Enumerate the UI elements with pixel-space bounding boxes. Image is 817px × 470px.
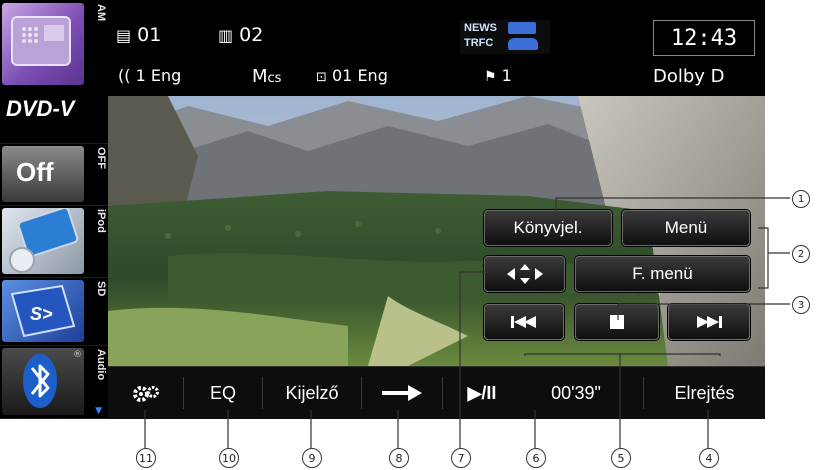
ipod-icon <box>2 206 84 274</box>
source-sd-label: SD <box>95 281 107 297</box>
sd-card-icon: S> <box>2 280 84 342</box>
multi-channel-letter: M <box>252 66 268 87</box>
chapter-indicator: ▥ 02 <box>218 24 263 46</box>
bluetooth-icon <box>23 354 57 408</box>
callout-11: 11 <box>136 448 156 468</box>
source-ipod-button[interactable]: iPod <box>0 205 108 278</box>
callout-2: 2 <box>792 245 810 263</box>
source-dvd-label: DVD-V <box>6 96 75 121</box>
news-icon <box>508 22 536 34</box>
title-icon: ▤ <box>116 26 132 45</box>
news-trfc-indicator: NEWS TRFC <box>460 20 550 54</box>
skip-next-icon <box>697 316 722 328</box>
source-dvd-button[interactable]: DVD-V <box>0 88 108 144</box>
next-button[interactable] <box>668 304 750 340</box>
camera-icon: ⚑ <box>484 69 497 85</box>
menu-button[interactable]: Menü <box>622 210 750 246</box>
play-pause-button[interactable]: ▶/II <box>443 367 521 419</box>
stop-icon <box>610 315 624 329</box>
stop-button[interactable] <box>575 304 659 340</box>
previous-button[interactable] <box>484 304 564 340</box>
callout-4: 4 <box>699 448 719 468</box>
gears-icon <box>132 386 159 402</box>
audio-format: Dolby D <box>653 66 725 87</box>
eq-button[interactable]: EQ <box>184 367 262 419</box>
source-sd-button[interactable]: S> SD <box>0 277 108 346</box>
radio-icon <box>2 3 84 85</box>
chapter-number: 02 <box>239 24 264 46</box>
callout-3: 3 <box>792 296 810 314</box>
callout-9: 9 <box>302 448 322 468</box>
four-way-arrows-icon <box>506 264 543 284</box>
source-am-label: AM <box>95 4 107 22</box>
callout-8: 8 <box>389 448 409 468</box>
source-off-label: Off <box>16 157 54 187</box>
callout-1: 1 <box>792 190 810 208</box>
arrow-right-icon <box>382 385 422 401</box>
multi-channel-sub: cs <box>267 71 282 86</box>
f-menu-button[interactable]: F. menü <box>575 256 750 292</box>
subtitle-indicator: ⊡ 01 Eng <box>316 66 388 85</box>
car-icon <box>508 38 538 50</box>
trfc-label: TRFC <box>464 37 494 49</box>
svg-text:S>: S> <box>30 304 53 324</box>
settings-button[interactable] <box>108 367 183 419</box>
bookmark-button[interactable]: Könyvjel. <box>484 210 612 246</box>
skip-previous-icon <box>511 316 536 328</box>
status-bar: ▤ 01 ▥ 02 NEWS TRFC 12:43 (( 1 Eng Mcs ⊡… <box>108 0 765 96</box>
bt-tile: ® <box>2 348 84 415</box>
scroll-down-icon[interactable]: ▼ <box>95 406 102 416</box>
chapter-icon: ▥ <box>218 26 234 45</box>
playback-time: 00'39" <box>551 382 601 403</box>
subtitle-icon: ⊡ <box>316 70 327 85</box>
angle-indicator: ⚑ 1 <box>484 66 512 85</box>
direction-arrows-button[interactable] <box>484 256 565 292</box>
audio-language: (( 1 Eng <box>118 66 182 85</box>
hide-button[interactable]: Elrejtés <box>644 367 765 419</box>
callout-6: 6 <box>526 448 546 468</box>
source-audio-label: Audio <box>95 349 107 381</box>
source-off-side-label: OFF <box>95 147 107 169</box>
callout-10: 10 <box>219 448 239 468</box>
angle-number: 1 <box>501 66 512 85</box>
multi-channel-indicator: Mcs <box>252 66 281 87</box>
display-button[interactable]: Kijelző <box>263 367 361 419</box>
video-playback-area[interactable]: Könyvjel. Menü F. menü <box>108 96 765 366</box>
title-number: 01 <box>137 24 162 46</box>
title-indicator: ▤ 01 <box>116 24 161 46</box>
source-off-button[interactable]: Off OFF <box>0 143 108 206</box>
clock: 12:43 <box>653 20 755 56</box>
callout-5: 5 <box>611 448 631 468</box>
source-sidebar: AM DVD-V Off OFF iPod S> SD ® Audio ▼ <box>0 0 108 419</box>
source-bt-audio-button[interactable]: ® Audio ▼ <box>0 345 108 419</box>
subtitle-value: 01 Eng <box>332 66 388 85</box>
registered-mark: ® <box>73 350 82 360</box>
bottom-control-bar: EQ Kijelző ▶/II 00'39" Elrejtés <box>108 366 765 419</box>
next-page-button[interactable] <box>362 367 442 419</box>
source-am-button[interactable]: AM <box>0 0 108 89</box>
callout-7: 7 <box>451 448 471 468</box>
source-ipod-label: iPod <box>95 209 107 233</box>
news-label: NEWS <box>464 22 497 34</box>
